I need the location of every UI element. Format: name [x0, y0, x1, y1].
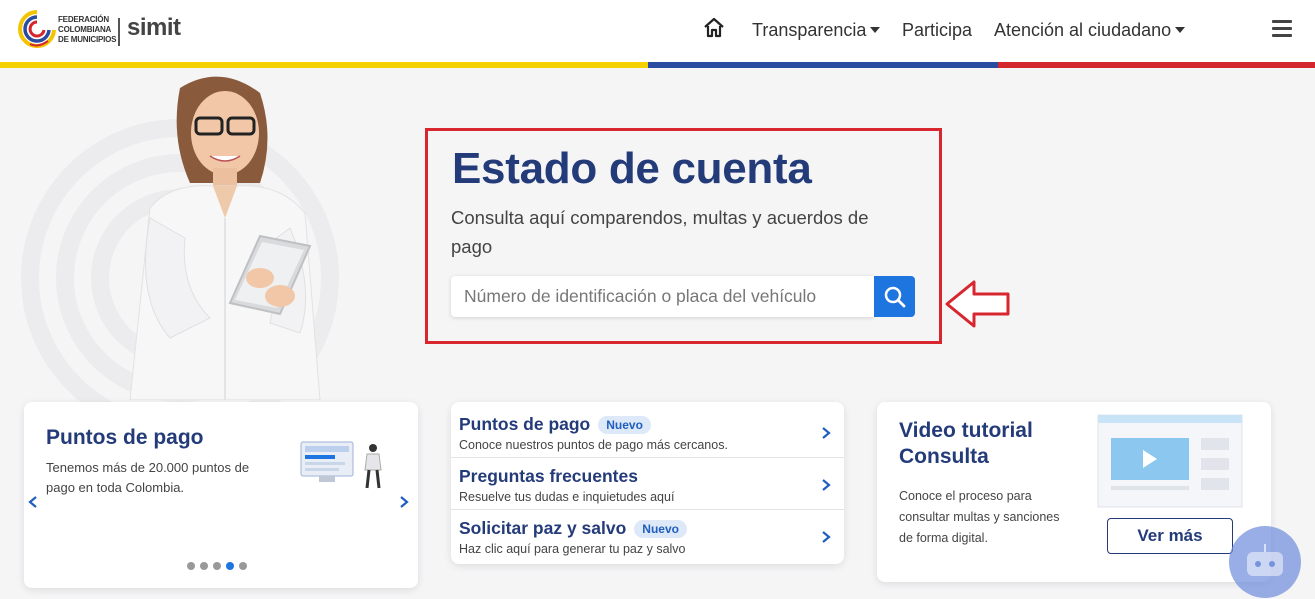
link-description: Resuelve tus dudas e inquietudes aquí [459, 490, 675, 504]
nuevo-badge: Nuevo [634, 519, 687, 538]
link-title: Puntos de pago Nuevo [459, 414, 651, 435]
nuevo-badge: Nuevo [598, 415, 651, 434]
carousel-dot[interactable] [200, 562, 208, 570]
chevron-down-icon [1175, 27, 1186, 33]
carousel-dot-active[interactable] [226, 562, 234, 570]
chevron-right-icon [822, 427, 831, 439]
link-preguntas-frecuentes[interactable]: Preguntas frecuentes Resuelve tus dudas … [451, 458, 844, 510]
link-solicitar-paz-y-salvo[interactable]: Solicitar paz y salvo Nuevo Haz clic aqu… [451, 510, 844, 562]
logo-org-name: FEDERACIÓN COLOMBIANA DE MUNICIPIOS [58, 15, 117, 44]
chevron-left-icon[interactable] [27, 495, 39, 509]
video-player-illustration [1097, 414, 1243, 508]
nav-atencion-label: Atención al ciudadano [994, 19, 1172, 40]
carousel-dot[interactable] [213, 562, 221, 570]
search-button[interactable] [874, 276, 915, 317]
chevron-right-icon[interactable] [398, 495, 410, 509]
nav-participa[interactable]: Participa [902, 17, 972, 43]
video-card-title: Video tutorial Consulta [899, 419, 1033, 468]
link-puntos-de-pago[interactable]: Puntos de pago Nuevo Conoce nuestros pun… [451, 406, 844, 458]
fcm-logo-icon[interactable] [16, 8, 58, 52]
link-description: Conoce nuestros puntos de pago más cerca… [459, 438, 728, 452]
nav-transparencia-label: Transparencia [752, 19, 867, 40]
link-title: Preguntas frecuentes [459, 466, 638, 487]
carousel-dot[interactable] [187, 562, 195, 570]
quick-links-card: Puntos de pago Nuevo Conoce nuestros pun… [451, 402, 844, 564]
link-title-text: Solicitar paz y salvo [459, 518, 627, 538]
link-title-text: Puntos de pago [459, 414, 591, 434]
home-icon[interactable] [702, 16, 726, 40]
puntos-de-pago-carousel: Puntos de pago Tenemos más de 20.000 pun… [24, 402, 418, 588]
page-title: Estado de cuenta [452, 144, 812, 193]
video-tutorial-card: Video tutorial Consulta Conoce el proces… [877, 402, 1271, 582]
search-icon [884, 286, 905, 307]
robot-icon [1247, 544, 1283, 576]
simit-logo[interactable]: simit [127, 14, 181, 42]
payment-point-illustration [300, 441, 382, 489]
link-title-text: Preguntas frecuentes [459, 466, 638, 486]
search-box [451, 276, 874, 317]
video-card-text: Conoce el proceso para consultar multas … [899, 489, 1060, 545]
hamburger-icon[interactable] [1272, 20, 1292, 38]
carousel-dot[interactable] [239, 562, 247, 570]
link-title: Solicitar paz y salvo Nuevo [459, 518, 687, 539]
logo-divider [118, 18, 120, 46]
search-input[interactable] [451, 276, 874, 317]
site-header: FEDERACIÓN COLOMBIANA DE MUNICIPIOS simi… [0, 0, 1315, 62]
carousel-title: Puntos de pago [46, 426, 204, 449]
chevron-down-icon [870, 27, 881, 33]
nav-transparencia[interactable]: Transparencia [752, 17, 881, 43]
nav-participa-label: Participa [902, 19, 973, 40]
red-arrow-icon [945, 280, 1010, 328]
chevron-right-icon [822, 531, 831, 543]
ver-mas-button[interactable]: Ver más [1107, 518, 1233, 554]
link-description: Haz clic aquí para generar tu paz y salv… [459, 542, 686, 556]
flag-bar-blue [648, 62, 998, 68]
flag-bar-red [998, 62, 1315, 68]
chatbot-icon[interactable] [1229, 526, 1301, 598]
woman-with-tablet-image [129, 76, 321, 400]
nav-atencion[interactable]: Atención al ciudadano [994, 17, 1186, 43]
page-subtitle: Consulta aquí comparendos, multas y acue… [451, 207, 869, 257]
carousel-text: Tenemos más de 20.000 puntos de pago en … [46, 460, 250, 495]
chevron-right-icon [822, 479, 831, 491]
carousel-dots [187, 562, 247, 570]
